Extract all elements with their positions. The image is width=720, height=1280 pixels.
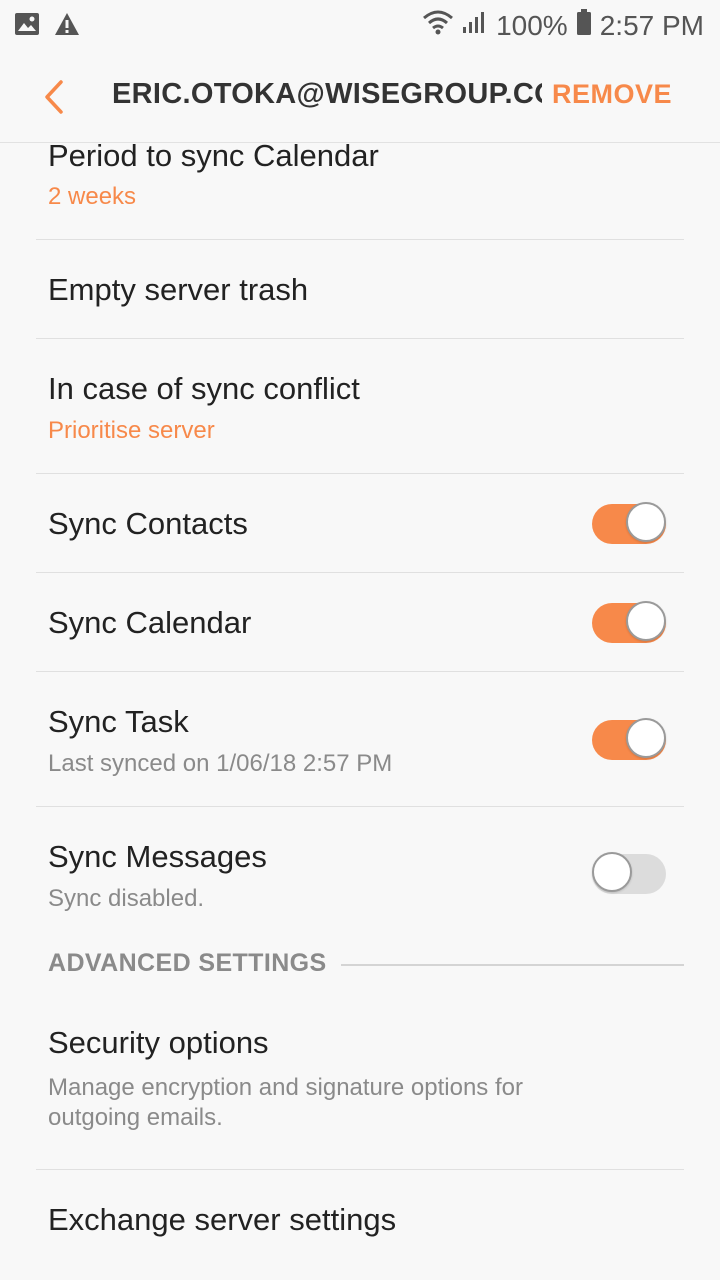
security-options-item[interactable]: Security options Manage encryption and s…	[36, 983, 684, 1170]
empty-trash-item[interactable]: Empty server trash	[36, 240, 684, 339]
sync-contacts-label: Sync Contacts	[48, 506, 248, 541]
security-options-label: Security options	[48, 1025, 269, 1060]
exchange-settings-label: Exchange server settings	[48, 1202, 397, 1237]
image-icon	[14, 12, 40, 41]
sync-conflict-value: Prioritise server	[48, 417, 215, 444]
period-calendar-value: 2 weeks	[48, 183, 137, 210]
remove-button[interactable]: REMOVE	[552, 79, 672, 110]
battery-percent: 100%	[496, 9, 568, 41]
advanced-settings-title: ADVANCED SETTINGS	[48, 949, 341, 978]
app-bar: ERIC.OTOKA@WISEGROUP.CO… REMOVE	[0, 50, 720, 143]
sync-task-status: Last synced on 1/06/18 2:57 PM	[48, 750, 393, 777]
battery-icon	[576, 8, 592, 43]
sync-conflict-item[interactable]: In case of sync conflict Prioritise serv…	[36, 339, 684, 474]
sync-messages-label: Sync Messages	[48, 839, 267, 874]
signal-icon	[462, 9, 488, 42]
security-options-desc-2: outgoing emails.	[48, 1104, 223, 1131]
status-bar: 100% 2:57 PM	[0, 0, 720, 50]
advanced-settings-header: ADVANCED SETTINGS	[0, 949, 720, 981]
sync-messages-item[interactable]: Sync Messages Sync disabled.	[36, 807, 684, 941]
status-time: 2:57 PM	[599, 9, 704, 41]
sync-conflict-label: In case of sync conflict	[48, 371, 360, 406]
sync-calendar-label: Sync Calendar	[48, 605, 252, 640]
back-button[interactable]	[36, 78, 76, 118]
sync-task-label: Sync Task	[48, 704, 189, 739]
sync-task-toggle[interactable]	[592, 718, 666, 760]
account-title: ERIC.OTOKA@WISEGROUP.CO…	[112, 78, 542, 110]
section-divider	[306, 964, 684, 966]
chevron-left-icon	[36, 80, 76, 122]
empty-trash-label: Empty server trash	[48, 272, 309, 307]
sync-task-item[interactable]: Sync Task Last synced on 1/06/18 2:57 PM	[36, 672, 684, 807]
period-calendar-item[interactable]: Period to sync Calendar 2 weeks	[36, 138, 684, 240]
sync-contacts-item[interactable]: Sync Contacts	[36, 474, 684, 573]
sync-contacts-toggle[interactable]	[592, 502, 666, 544]
wifi-icon	[422, 9, 454, 42]
sync-messages-status: Sync disabled.	[48, 885, 205, 912]
sync-calendar-item[interactable]: Sync Calendar	[36, 573, 684, 672]
exchange-settings-item[interactable]: Exchange server settings	[36, 1170, 684, 1268]
sync-messages-toggle[interactable]	[592, 852, 666, 894]
settings-list: Period to sync Calendar 2 weeks Empty se…	[0, 138, 720, 1268]
period-calendar-label: Period to sync Calendar	[48, 138, 379, 173]
warning-icon	[54, 12, 80, 41]
sync-calendar-toggle[interactable]	[592, 601, 666, 643]
security-options-desc-1: Manage encryption and signature options …	[48, 1074, 523, 1101]
